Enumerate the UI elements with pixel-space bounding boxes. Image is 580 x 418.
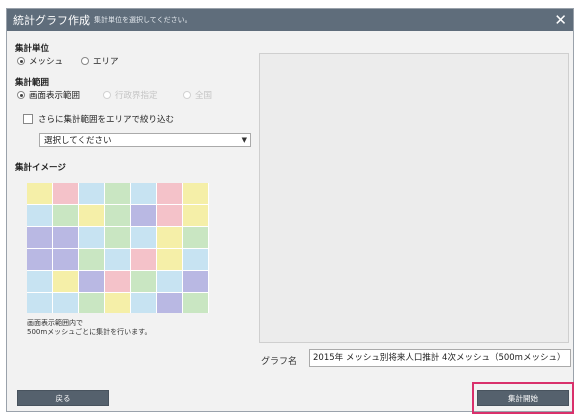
aggregation-unit-label: 集計単位: [15, 44, 50, 54]
mesh-cell: [105, 271, 131, 293]
mesh-cell: [27, 293, 53, 313]
close-icon[interactable]: ✕: [554, 10, 567, 30]
aggregation-image-description: 画面表示範囲内で 500mメッシュごとに集計を行います。: [27, 319, 151, 337]
mesh-cell: [105, 227, 131, 249]
mesh-cell: [157, 183, 183, 205]
area-select[interactable]: 選択してください ▼: [39, 133, 251, 147]
radio-mesh-indicator[interactable]: [17, 57, 25, 65]
mesh-cell: [105, 205, 131, 227]
area-select-value: 選択してください: [44, 136, 112, 146]
radio-screen-range[interactable]: 画面表示範囲: [17, 89, 80, 101]
radio-screen-range-indicator[interactable]: [17, 91, 25, 99]
back-button[interactable]: 戻る: [17, 390, 109, 406]
mesh-cell: [157, 293, 183, 313]
mesh-cell: [157, 205, 183, 227]
description-line-1: 画面表示範囲内で: [27, 319, 83, 327]
dialog-subtitle: 集計単位を選択してください。: [94, 16, 192, 24]
graph-name-label: グラフ名: [261, 357, 298, 367]
mesh-cell: [105, 249, 131, 271]
radio-nationwide[interactable]: 全国: [183, 89, 212, 101]
mesh-cell: [157, 227, 183, 249]
radio-mesh-label: メッシュ: [29, 57, 64, 67]
radio-nationwide-indicator[interactable]: [183, 91, 191, 99]
narrow-area-checkbox-row[interactable]: さらに集計範囲をエリアで絞り込む: [23, 113, 174, 125]
narrow-area-checkbox[interactable]: [23, 114, 33, 124]
mesh-cell: [27, 271, 53, 293]
radio-area[interactable]: エリア: [81, 55, 119, 67]
mesh-cell: [27, 183, 53, 205]
mesh-cell: [131, 183, 157, 205]
radio-admin-boundary-label: 行政界指定: [115, 91, 158, 101]
mesh-cell: [27, 227, 53, 249]
mesh-cell: [183, 183, 209, 205]
mesh-cell: [79, 271, 105, 293]
mesh-cell: [183, 249, 209, 271]
mesh-cell: [79, 205, 105, 227]
radio-mesh[interactable]: メッシュ: [17, 55, 63, 67]
mesh-cell: [105, 183, 131, 205]
radio-admin-boundary[interactable]: 行政界指定: [103, 89, 158, 101]
aggregation-range-label: 集計範囲: [15, 78, 50, 88]
mesh-cell: [79, 249, 105, 271]
mesh-cell: [131, 249, 157, 271]
mesh-cell: [131, 271, 157, 293]
mesh-cell: [53, 227, 79, 249]
radio-screen-range-label: 画面表示範囲: [29, 91, 81, 101]
radio-nationwide-label: 全国: [195, 91, 213, 101]
start-button-highlight: 集計開始: [472, 382, 574, 414]
dialog-titlebar: 統計グラフ作成 集計単位を選択してください。 ✕: [7, 9, 573, 31]
mesh-cell: [53, 183, 79, 205]
mesh-cell: [131, 293, 157, 313]
mesh-cell: [53, 249, 79, 271]
mesh-cell: [27, 205, 53, 227]
graph-name-input[interactable]: 2015年 メッシュ別将来人口推計 4次メッシュ（500mメッシュ）: [309, 349, 571, 367]
radio-admin-boundary-indicator[interactable]: [103, 91, 111, 99]
start-aggregation-button[interactable]: 集計開始: [477, 390, 569, 406]
mesh-grid: [27, 183, 211, 313]
dialog-title: 統計グラフ作成: [13, 14, 90, 27]
mesh-grid-image: [27, 183, 211, 313]
graph-creation-dialog: 統計グラフ作成 集計単位を選択してください。 ✕ 集計単位 メッシュ エリア 集…: [6, 8, 574, 414]
aggregation-image-label: 集計イメージ: [15, 163, 66, 173]
mesh-cell: [157, 249, 183, 271]
mesh-cell: [53, 271, 79, 293]
mesh-cell: [131, 227, 157, 249]
mesh-cell: [157, 271, 183, 293]
mesh-cell: [53, 205, 79, 227]
mesh-cell: [183, 205, 209, 227]
description-line-2: 500mメッシュごとに集計を行います。: [27, 328, 152, 336]
mesh-cell: [183, 227, 209, 249]
radio-area-indicator[interactable]: [81, 57, 89, 65]
mesh-cell: [79, 293, 105, 313]
mesh-cell: [79, 183, 105, 205]
graph-preview-area: [259, 53, 569, 343]
mesh-cell: [131, 205, 157, 227]
mesh-cell: [183, 271, 209, 293]
mesh-cell: [105, 293, 131, 313]
mesh-cell: [53, 293, 79, 313]
radio-area-label: エリア: [93, 57, 119, 67]
mesh-cell: [79, 227, 105, 249]
mesh-cell: [27, 249, 53, 271]
chevron-down-icon: ▼: [241, 136, 247, 144]
narrow-area-checkbox-label: さらに集計範囲をエリアで絞り込む: [38, 115, 175, 125]
mesh-cell: [183, 293, 209, 313]
